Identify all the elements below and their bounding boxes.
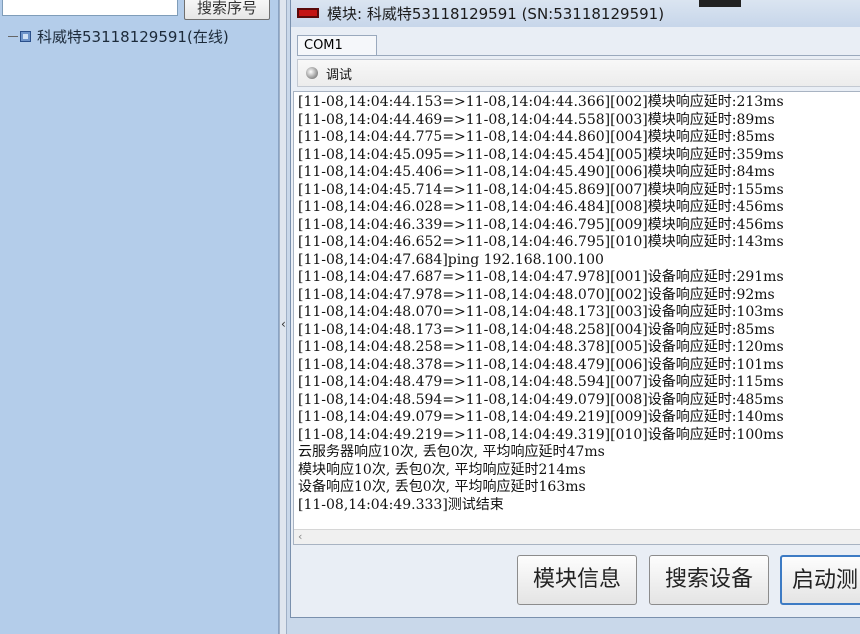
title-bar-overlay bbox=[699, 0, 741, 7]
tree-item-label: 科威特53118129591(在线) bbox=[37, 27, 229, 46]
debug-log[interactable]: [11-08,14:04:44.153=>11-08,14:04:44.366]… bbox=[293, 91, 860, 545]
log-line: [11-08,14:04:46.028=>11-08,14:04:46.484]… bbox=[298, 199, 784, 215]
tab-strip: COM1 bbox=[297, 35, 860, 56]
log-line: [11-08,14:04:49.333]测试结束 bbox=[298, 496, 504, 513]
log-line: [11-08,14:04:46.339=>11-08,14:04:46.795]… bbox=[298, 216, 784, 233]
log-line: 模块响应10次, 丢包0次, 平均响应延时214ms bbox=[298, 461, 586, 478]
module-info-button[interactable]: 模块信息 bbox=[517, 555, 637, 605]
log-line: [11-08,14:04:48.594=>11-08,14:04:49.079]… bbox=[298, 391, 784, 408]
tree-item-device[interactable]: 科威特53118129591(在线) bbox=[8, 26, 229, 46]
log-line: [11-08,14:04:49.219=>11-08,14:04:49.319]… bbox=[298, 426, 784, 443]
start-test-button[interactable]: 启动测 bbox=[780, 555, 860, 605]
chevron-left-icon[interactable]: ‹ bbox=[281, 318, 286, 330]
debug-panel-header: 调试 bbox=[297, 59, 860, 87]
log-line: [11-08,14:04:44.469=>11-08,14:04:44.558]… bbox=[298, 111, 775, 128]
debug-orb-icon bbox=[306, 67, 318, 79]
log-line: [11-08,14:04:47.687=>11-08,14:04:47.978]… bbox=[298, 269, 784, 285]
left-panel: 搜索序号 科威特53118129591(在线) bbox=[0, 0, 279, 634]
log-line: [11-08,14:04:48.070=>11-08,14:04:48.173]… bbox=[298, 304, 784, 320]
log-line: [11-08,14:04:48.258=>11-08,14:04:48.378]… bbox=[298, 339, 784, 355]
dialog-title: 模块: 科威特53118129591 (SN:53118129591) bbox=[327, 4, 665, 23]
search-input[interactable] bbox=[2, 0, 178, 16]
search-serial-button[interactable]: 搜索序号 bbox=[184, 0, 270, 20]
log-line: 设备响应10次, 丢包0次, 平均响应延时163ms bbox=[298, 479, 586, 495]
log-line: [11-08,14:04:47.978=>11-08,14:04:48.070]… bbox=[298, 286, 775, 303]
red-device-icon bbox=[297, 8, 319, 18]
log-line: [11-08,14:04:45.095=>11-08,14:04:45.454]… bbox=[298, 146, 784, 163]
log-line: [11-08,14:04:44.153=>11-08,14:04:44.366]… bbox=[298, 94, 784, 110]
log-line: [11-08,14:04:48.173=>11-08,14:04:48.258]… bbox=[298, 321, 775, 338]
log-line: [11-08,14:04:46.652=>11-08,14:04:46.795]… bbox=[298, 234, 784, 250]
module-dialog: 模块: 科威特53118129591 (SN:53118129591) COM1… bbox=[290, 0, 860, 618]
tab-com1[interactable]: COM1 bbox=[297, 35, 377, 55]
log-line: 云服务器响应10次, 丢包0次, 平均响应延时47ms bbox=[298, 444, 605, 460]
horizontal-scrollbar[interactable]: ‹ bbox=[294, 529, 860, 544]
log-line: [11-08,14:04:49.079=>11-08,14:04:49.219]… bbox=[298, 409, 784, 425]
log-line: [11-08,14:04:48.378=>11-08,14:04:48.479]… bbox=[298, 356, 784, 373]
search-device-button[interactable]: 搜索设备 bbox=[649, 555, 769, 605]
log-line: [11-08,14:04:44.775=>11-08,14:04:44.860]… bbox=[298, 129, 775, 145]
device-icon bbox=[20, 30, 31, 42]
log-line: [11-08,14:04:45.714=>11-08,14:04:45.869]… bbox=[298, 181, 784, 198]
log-line: [11-08,14:04:47.684]ping 192.168.100.100 bbox=[298, 251, 604, 268]
log-line: [11-08,14:04:45.406=>11-08,14:04:45.490]… bbox=[298, 164, 775, 180]
log-lines: [11-08,14:04:44.153=>11-08,14:04:44.366]… bbox=[294, 92, 860, 514]
scroll-left-arrow-icon[interactable]: ‹ bbox=[298, 530, 302, 544]
debug-panel-label: 调试 bbox=[326, 67, 353, 83]
panel-splitter[interactable]: ‹ bbox=[279, 0, 287, 634]
title-bar[interactable]: 模块: 科威特53118129591 (SN:53118129591) bbox=[291, 0, 860, 27]
tree-connector-line bbox=[8, 35, 18, 37]
log-line: [11-08,14:04:48.479=>11-08,14:04:48.594]… bbox=[298, 374, 784, 390]
